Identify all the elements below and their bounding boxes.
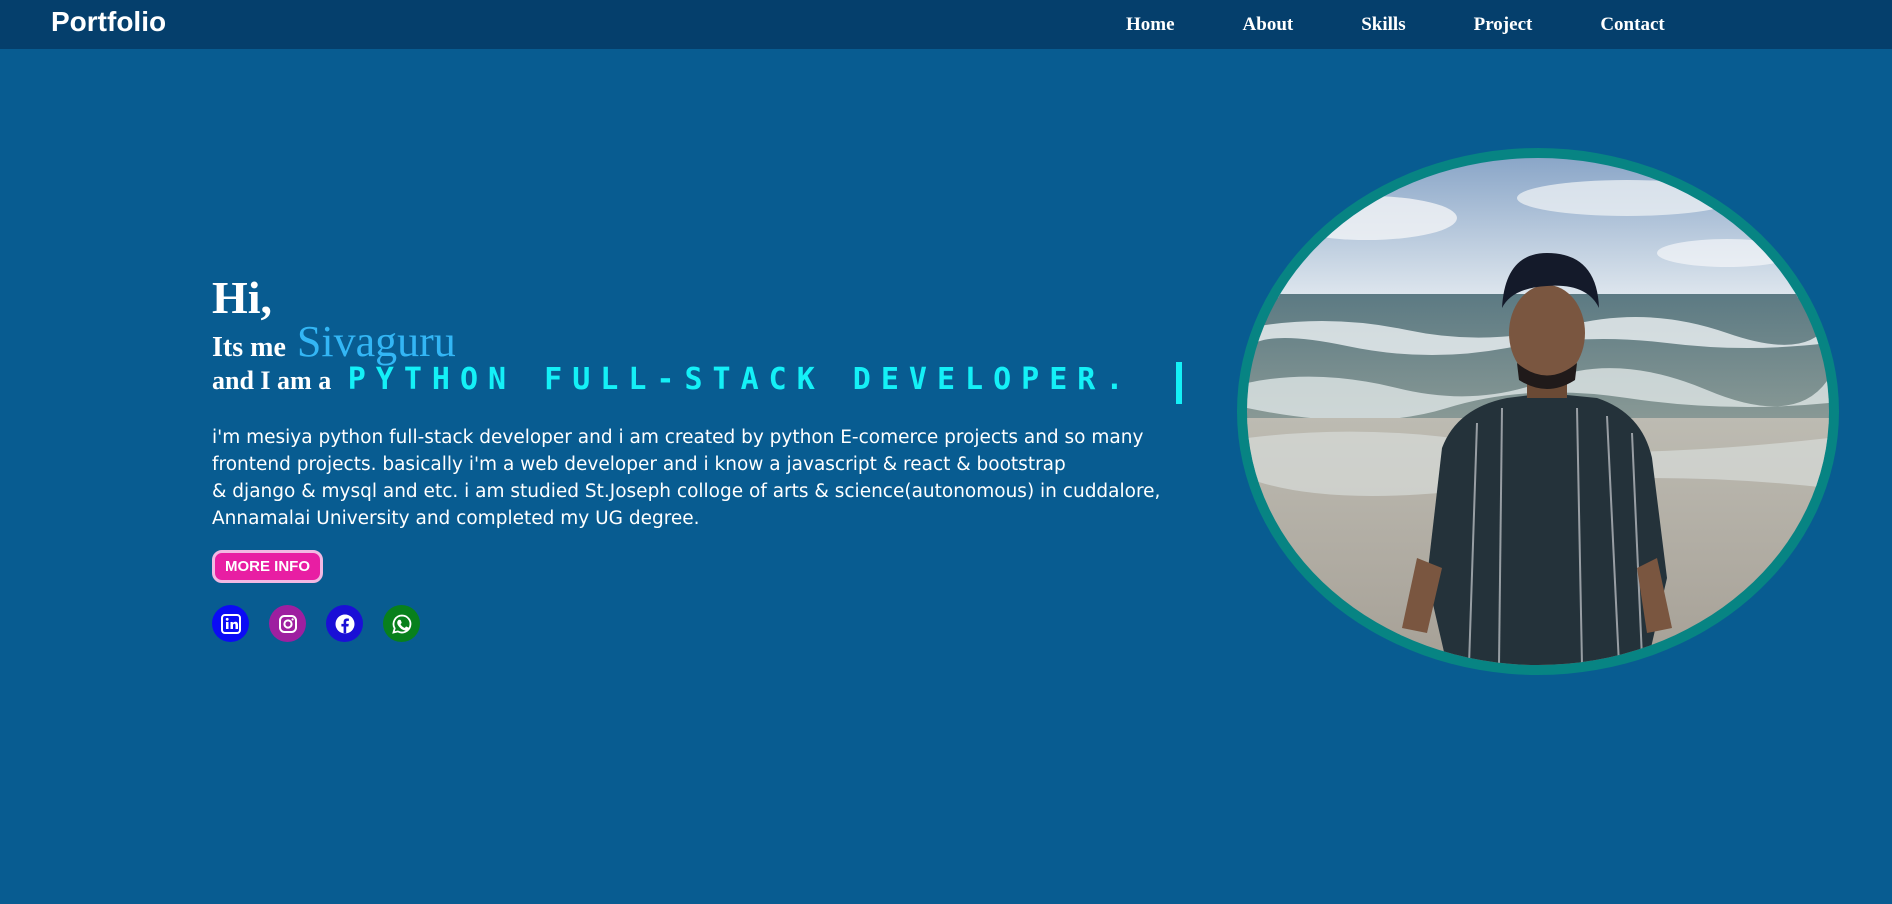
- description-line: Annamalai University and completed my UG…: [212, 508, 700, 530]
- profile-photo-frame: [1237, 148, 1839, 675]
- description-line: & django & mysql and etc. i am studied S…: [212, 481, 1161, 503]
- role-line: and I am a PYTHON FULL-STACK DEVELOPER.: [212, 362, 1182, 405]
- nav-skills[interactable]: Skills: [1361, 14, 1405, 36]
- facebook-icon[interactable]: [326, 605, 363, 643]
- description: i'm mesiya python full-stack developer a…: [212, 424, 1172, 532]
- social-links: [212, 605, 1172, 643]
- description-line: i'm mesiya python full-stack developer a…: [212, 427, 1144, 449]
- typing-cursor: [1175, 362, 1182, 405]
- description-line: frontend projects. basically i'm a web d…: [212, 454, 1066, 476]
- name-text: Sivaguru: [296, 317, 456, 366]
- whatsapp-icon[interactable]: [383, 605, 420, 643]
- and-label: and I am a: [212, 366, 332, 395]
- nav-contact[interactable]: Contact: [1600, 14, 1664, 36]
- instagram-icon[interactable]: [269, 605, 306, 643]
- role-text: PYTHON FULL-STACK DEVELOPER.: [347, 362, 1134, 397]
- nav-links: Home About Skills Project Contact: [1126, 14, 1733, 36]
- profile-photo: [1247, 158, 1829, 665]
- nav-home[interactable]: Home: [1126, 14, 1175, 36]
- hero-section: Hi, Its me Sivaguru and I am a PYTHON FU…: [212, 270, 1182, 643]
- more-info-button[interactable]: MORE INFO: [212, 550, 323, 584]
- nav-project[interactable]: Project: [1474, 14, 1533, 36]
- navbar: Portfolio Home About Skills Project Cont…: [0, 0, 1892, 49]
- nav-about[interactable]: About: [1243, 14, 1294, 36]
- linkedin-icon[interactable]: [212, 605, 249, 643]
- intro-text: Its me: [212, 332, 286, 363]
- brand-logo[interactable]: Portfolio: [51, 6, 166, 38]
